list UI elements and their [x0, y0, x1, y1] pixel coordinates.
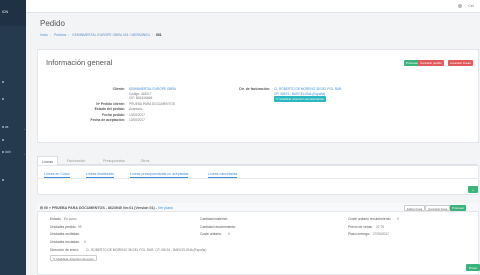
accept-date-value: 13/06/2017 [129, 118, 145, 122]
billing-label: Dir. de facturación: [239, 87, 270, 91]
page-title: Pedido [40, 19, 65, 28]
sidebar-item-3[interactable]: as › [0, 125, 26, 134]
client-cif: CIF: B61616666 [129, 96, 153, 100]
line-item-panel [37, 203, 479, 275]
cancel-line-button[interactable]: Cancelar línea [425, 204, 451, 211]
shipping-address-value: C/. ROBERTO DE MORENO 38 DEL POL.RUB. CP… [86, 248, 207, 252]
breadcrumb-current: 001 [156, 33, 162, 37]
sidebar-item-4[interactable] [0, 138, 26, 147]
view-drawing-link[interactable]: Ver plano [158, 206, 173, 210]
units-sent-value: 0 [84, 240, 86, 244]
add-line-button[interactable]: + [468, 186, 478, 193]
divider [37, 178, 477, 179]
tab-others[interactable]: Otros [135, 156, 155, 165]
brand-logo: ICN [0, 0, 26, 26]
chevron-right-icon: › [24, 152, 25, 156]
tab-budgets[interactable]: Presupuestos [97, 156, 131, 165]
process-line-button[interactable]: Procesar [450, 204, 467, 211]
user-avatar-icon[interactable] [458, 4, 462, 8]
line-status-label: Estado: [50, 217, 62, 221]
top-bar: Cer [26, 0, 480, 13]
order-status-label: Estado del pedido: [94, 107, 125, 111]
client-order-label: Nº Pedido cliente: [96, 101, 125, 106]
menu-icon [2, 151, 4, 154]
client-label: Cliente: [112, 87, 125, 91]
units-received-label: Unidades recibidas: [50, 232, 80, 236]
chevron-right-icon: › [24, 127, 25, 131]
units-sent-label: Unidades enviadas: [50, 240, 80, 244]
line-status-value: En curso [64, 217, 77, 221]
order-status-value: Aceptado [129, 107, 143, 111]
menu-icon [2, 126, 4, 129]
units-ordered-label: Unidades pedido: [50, 224, 77, 229]
cancel-lines-button[interactable]: Cancelar líneas [448, 60, 473, 66]
order-date-value: 13/06/2017 [129, 113, 145, 117]
breadcrumb-orders[interactable]: Pedidos [54, 33, 66, 37]
modify-shipping-button[interactable]: ✎ Modificar dirección de envío [50, 255, 97, 261]
sale-price-label: Precio de venta: [348, 224, 373, 229]
coating-unit-cost-label: Coste unitario recubrimiento: [348, 217, 392, 221]
user-menu[interactable]: Cer [468, 4, 474, 8]
breadcrumb: Inicio › Pedidos › KEMINMERTAL EUROPE OBRA… [40, 33, 162, 37]
sidebar-item-label: ción [5, 150, 11, 154]
breadcrumb-home[interactable]: Inicio [40, 33, 48, 37]
sale-price-value: 22.75 [376, 224, 384, 229]
sidebar-item-2[interactable] [0, 97, 26, 106]
menu-icon [2, 98, 4, 101]
accept-date-label: Fecha de aceptación: [90, 118, 125, 122]
menu-icon [2, 81, 4, 84]
breadcrumb-client[interactable]: KEMINMERTAL EUROPE OBRA 001 / MERMINEU [72, 33, 150, 37]
tab-bar: Líneas Facturación Presupuestos Otros [37, 156, 477, 165]
billing-address-line2: CP: 08191 - BARCELONA (España) [274, 91, 326, 96]
material-qty-label: Cantidad material: [200, 217, 228, 221]
client-code: Código: 418017 [129, 91, 152, 96]
sidebar-item-label: as [5, 125, 9, 129]
delivery-date-value: 27/06/2017 [373, 232, 389, 236]
sidebar-item-5[interactable]: ción › [0, 150, 26, 159]
sidebar-item-1[interactable] [0, 80, 26, 89]
client-order-value: PRUEBA PARA DOCUMENTOS [129, 101, 175, 106]
lines-panel [37, 165, 479, 195]
unit-cost-value: 0 [228, 232, 230, 236]
process-footer-button[interactable]: Proce [466, 264, 480, 271]
units-ordered-value: 99 [78, 224, 82, 229]
modify-billing-button[interactable]: ✎ Modificar dirección de facturación [274, 96, 327, 102]
client-name[interactable]: KEMINMERTAL EUROPE OBRA [129, 87, 176, 91]
shipping-address-label: Dirección de envío: [50, 248, 80, 252]
delivery-date-label: Plazo entrega: [348, 232, 370, 236]
general-info-title: Información general [46, 58, 113, 67]
unit-cost-label: Coste unitario: [200, 232, 222, 236]
tab-lines[interactable]: Líneas [37, 156, 58, 165]
coating-qty-label: Cantidad recubrimiento: [200, 224, 236, 229]
order-date-label: Fecha pedido: [102, 113, 125, 117]
cancel-order-button[interactable]: Cancelar pedido [418, 60, 444, 66]
billing-address-line1: C/. ROBERTO DE MORENO 38 DEL POL.RUB [274, 87, 342, 91]
menu-icon [2, 139, 4, 142]
edit-line-button[interactable]: Editar línea [404, 204, 426, 211]
sidebar-item-6[interactable] [0, 178, 26, 187]
tab-billing[interactable]: Facturación [60, 156, 92, 165]
line-item-title: ⊟ 00 » PRUEBA PARA DOCUMENTOS - 8623945 … [40, 205, 174, 210]
menu-icon [2, 179, 4, 182]
coating-unit-cost-value: 0 [397, 217, 399, 221]
